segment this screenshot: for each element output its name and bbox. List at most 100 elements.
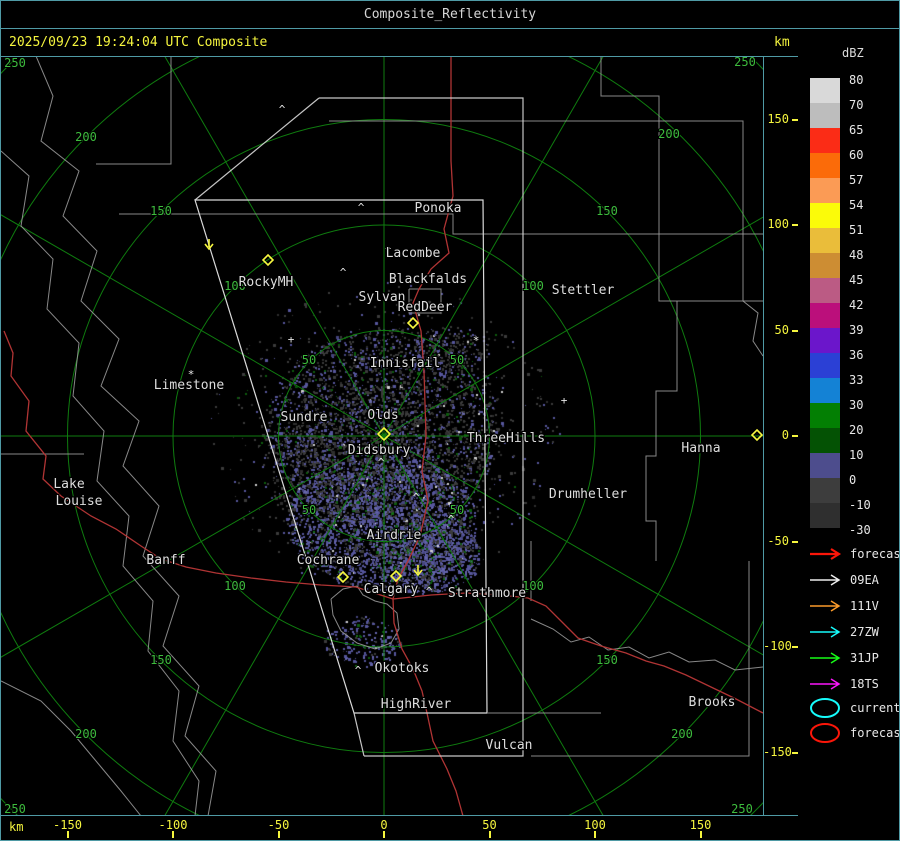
window-title: Composite_Reflectivity [364,7,536,22]
ring-distance-label: 200 [75,130,97,144]
radar-app-window: Composite_Reflectivity 2025/09/23 19:24:… [0,0,900,841]
colorbar-tick-label: 36 [849,348,889,362]
colorbar-block [810,378,840,403]
legend-row-31JP: 31JP [808,651,879,665]
colorbar-block [810,353,840,378]
city-label-vulcan: Vulcan [486,738,533,753]
x-tick-mark [594,831,596,838]
town-point-marker: + [288,333,295,346]
city-label-highriver: HighRiver [381,697,452,712]
ring-distance-label: 200 [658,127,680,141]
legend-row-forecast: forecast [808,722,900,744]
colorbar-tick-label: 48 [849,248,889,262]
y-tick-label: 150 [763,112,789,126]
ring-distance-label: 200 [75,727,97,741]
town-point-marker: * [473,334,480,347]
y-tick-label: 50 [763,323,789,337]
city-label-okotoks: Okotoks [375,661,430,676]
city-label-sundre: Sundre [281,410,328,425]
storm-track-arrow-icon [808,625,844,639]
city-label-drumheller: Drumheller [549,487,627,502]
radar-site-diamond-icon [408,318,418,328]
town-point-marker: ^ [358,201,365,214]
colorbar-block [810,228,840,253]
storm-ellipse-icon [808,722,844,744]
colorbar-block [810,203,840,228]
y-tick-label: -150 [763,745,789,759]
ring-distance-label: 250 [4,802,26,815]
colorbar-tick-label: 65 [849,123,889,137]
municipal-boundary [646,301,677,561]
timestamp-label: 2025/09/23 19:24:04 UTC Composite [9,35,267,50]
scan-box-outline [195,98,319,200]
municipal-boundary [1,681,141,815]
x-tick-mark [700,831,702,838]
municipal-boundary [329,121,743,234]
scan-box-outline [354,713,364,756]
colorbar-unit-label: dBZ [842,46,864,60]
ring-distance-label: 250 [731,802,753,815]
x-tick-label: 50 [468,818,512,832]
colorbar-tick-label: 57 [849,173,889,187]
city-label-limestone: Limestone [154,378,225,393]
storm-track-arrow-icon [808,651,844,665]
y-tick-label: 100 [763,217,789,231]
ring-distance-label: 50 [302,503,316,517]
radar-map[interactable]: 5050505010010010010015015015015020020020… [1,56,763,815]
city-label-banff: Banff [146,553,185,568]
colorbar-tick-label: 70 [849,98,889,112]
y-tick-label: 0 [763,428,789,442]
municipal-boundary [119,214,763,234]
city-label-reddeer: RedDeer [398,300,453,315]
colorbar-tick-label: 39 [849,323,889,337]
storm-track-arrow-icon [808,573,844,587]
x-tick-label: -50 [257,818,301,832]
colorbar-block [810,153,840,178]
colorbar-tick-label: 10 [849,448,889,462]
municipal-boundary [96,56,171,164]
ring-distance-label: 150 [150,653,172,667]
colorbar-block [810,503,840,528]
colorbar-tick-label: 20 [849,423,889,437]
city-label-blackfalds: Blackfalds [389,272,467,287]
title-bar: Composite_Reflectivity [1,1,899,28]
colorbar-tick-label: 51 [849,223,889,237]
legend-row-forecast: forecast [808,547,900,561]
range-spoke [1,156,384,436]
city-label-louise: Louise [56,494,103,509]
x-axis: km -150-100-50050100150 [1,815,798,840]
scan-box-outline [319,98,523,756]
range-spoke [104,56,384,436]
legend-label: 18TS [850,677,879,691]
city-label-ponoka: Ponoka [415,201,462,216]
radar-site-diamond-icon [752,430,762,440]
town-point-marker: ^ [448,513,455,526]
x-tick-label: 150 [679,818,723,832]
map-top-border [1,56,798,57]
colorbar-tick-label: 54 [849,198,889,212]
colorbar-block [810,303,840,328]
colorbar-block [810,178,840,203]
ring-distance-label: 50 [450,353,464,367]
city-label-calgary: Calgary [364,582,419,597]
y-tick-label: -100 [763,639,789,653]
x-tick-label: 100 [573,818,617,832]
colorbar-tick-label: 33 [849,373,889,387]
colorbar-block [810,128,840,153]
range-spoke [384,436,763,716]
header-unit-label: km [774,35,790,50]
ring-distance-label: 250 [4,56,26,70]
colorbar-tick-label: -10 [849,498,889,512]
colorbar-block [810,328,840,353]
town-point-marker: ^ [340,266,347,279]
legend-label: current [850,701,900,715]
city-label-olds: Olds [367,408,398,423]
town-point-marker: + [561,394,568,407]
ring-distance-label: 250 [734,56,756,69]
ring-distance-label: 150 [150,204,172,218]
colorbar-tick-label: 42 [849,298,889,312]
x-tick-mark [172,831,174,838]
municipal-boundary [743,234,763,356]
city-label-lacombe: Lacombe [386,246,441,261]
colorbar-tick-label: 30 [849,398,889,412]
